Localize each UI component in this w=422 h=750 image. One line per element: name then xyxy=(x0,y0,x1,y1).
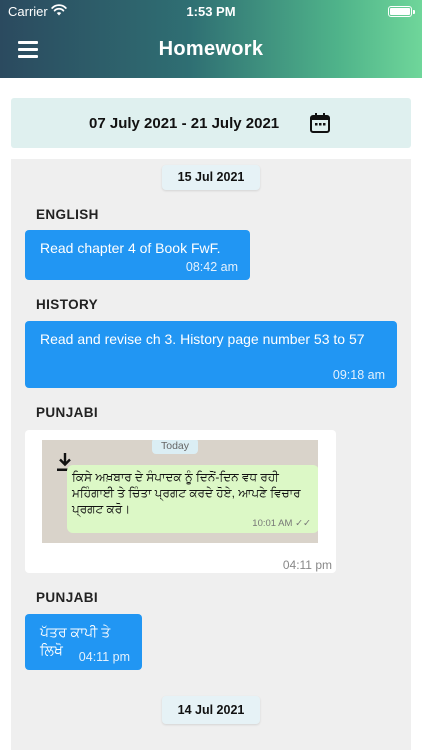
homework-message[interactable]: ਪੱਤਰ ਕਾਪੀ ਤੇ ਲਿਖੋ 04:11 pm xyxy=(25,614,142,670)
date-chip: 15 Jul 2021 xyxy=(162,165,260,190)
message-time: 04:11 pm xyxy=(78,650,130,664)
status-time: 1:53 PM xyxy=(186,4,236,19)
message-text: Read chapter 4 of Book FwF. xyxy=(40,240,221,256)
message-text: Read and revise ch 3. History page numbe… xyxy=(40,331,365,347)
chat-bubble-image: ਕਿਸੇ ਅਖ਼ਬਾਰ ਦੇ ਸੰਪਾਦਕ ਨੂੰ ਦਿਨੋਂ-ਦਿਨ ਵਧ ਰ… xyxy=(67,465,318,533)
subject-heading: PUNJABI xyxy=(36,405,99,420)
calendar-icon[interactable] xyxy=(309,112,331,134)
battery-icon xyxy=(388,6,415,17)
status-bar: Carrier 1:53 PM xyxy=(0,0,422,22)
homework-message[interactable]: Read chapter 4 of Book FwF. 08:42 am xyxy=(25,230,250,280)
attachment-image: Today ਕਿਸੇ ਅਖ਼ਬਾਰ ਦੇ ਸੰਪਾਦਕ ਨੂੰ ਦਿਨੋਂ-ਦਿ… xyxy=(42,440,318,543)
page-title: Homework xyxy=(158,38,264,60)
homework-feed[interactable]: 15 Jul 2021 ENGLISH Read chapter 4 of Bo… xyxy=(11,159,411,750)
subject-heading: ENGLISH xyxy=(36,207,99,222)
message-time: 09:18 am xyxy=(332,368,385,382)
subject-heading: PUNJABI xyxy=(36,590,99,605)
image-attachment[interactable]: Today ਕਿਸੇ ਅਖ਼ਬਾਰ ਦੇ ਸੰਪਾਦਕ ਨੂੰ ਦਿਨੋਂ-ਦਿ… xyxy=(25,430,336,573)
subject-heading: HISTORY xyxy=(36,297,99,312)
message-time: 04:11 pm xyxy=(282,558,332,572)
date-chip: 14 Jul 2021 xyxy=(162,696,260,724)
attachment-text: ਕਿਸੇ ਅਖ਼ਬਾਰ ਦੇ ਸੰਪਾਦਕ ਨੂੰ ਦਿਨੋਂ-ਦਿਨ ਵਧ ਰ… xyxy=(72,470,301,516)
homework-message[interactable]: Read and revise ch 3. History page numbe… xyxy=(25,321,397,388)
date-range-label: 07 July 2021 - 21 July 2021 xyxy=(89,115,280,132)
attachment-time: 10:01 AM ✓✓ xyxy=(252,518,311,529)
app-header: Carrier 1:53 PM Homework xyxy=(0,0,422,78)
message-time: 08:42 am xyxy=(185,260,238,274)
today-label: Today xyxy=(152,440,198,454)
date-range-filter[interactable]: 07 July 2021 - 21 July 2021 xyxy=(11,98,411,148)
